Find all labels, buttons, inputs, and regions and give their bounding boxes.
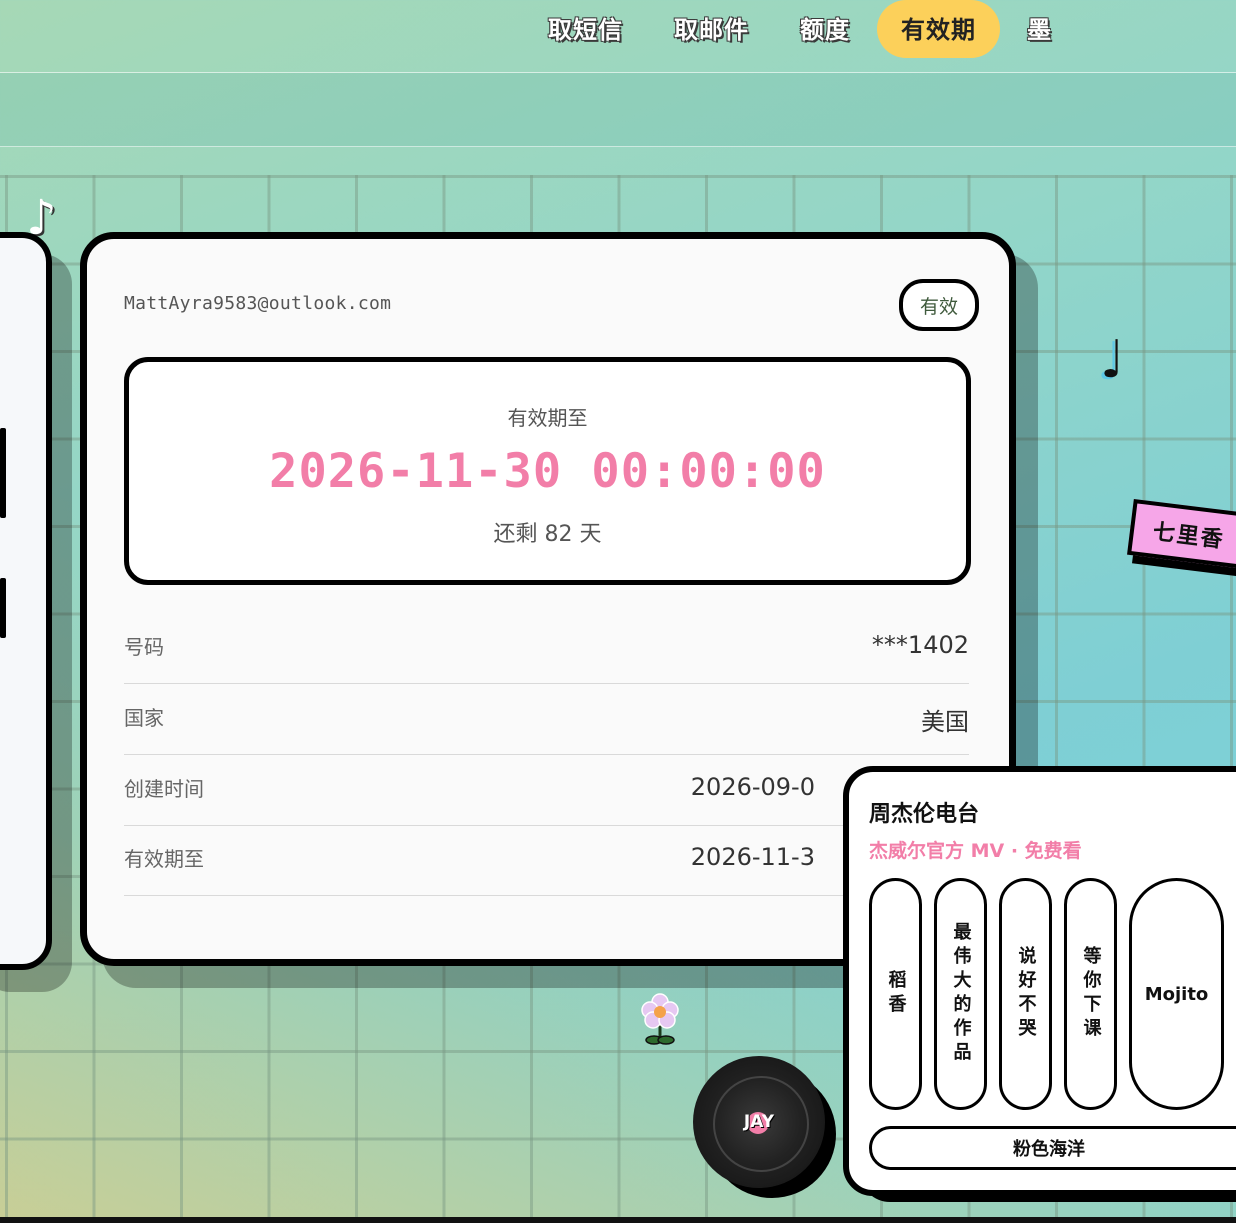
status-badge: 有效 [899, 279, 979, 331]
vinyl-label: JAY [743, 1112, 775, 1132]
row-value: 美国 [921, 708, 969, 736]
flower-icon [641, 993, 679, 1045]
song-label: 最伟大的作品 [950, 922, 972, 1066]
song-button-mojito[interactable]: Mojito [1129, 878, 1224, 1110]
card-edge-bar [0, 428, 6, 518]
nav-item-more[interactable]: 墨 [1027, 0, 1052, 58]
song-label: 等你下课 [1080, 946, 1102, 1042]
music-note-icon: ♩ [1100, 330, 1125, 390]
expiry-panel: 有效期至 2026-11-30 00:00:00 还剩 82 天 [124, 357, 971, 585]
nav-item-mail[interactable]: 取邮件 [674, 0, 749, 58]
song-label: Mojito [1144, 983, 1209, 1005]
row-value: ***1402 [871, 631, 969, 659]
nav-item-quota[interactable]: 额度 [800, 0, 850, 58]
bottom-edge [0, 1217, 1236, 1223]
row-value: 2026-09-0 [690, 773, 815, 801]
song-button-wont-cry[interactable]: 说好不哭 [999, 878, 1052, 1110]
row-label: 号码 [124, 635, 164, 659]
jay-radio-panel: 周杰伦电台 杰威尔官方 MV · 免费看 稻香 最伟大的作品 说好不哭 等你下课… [843, 766, 1236, 1196]
nav-item-sms[interactable]: 取短信 [548, 0, 623, 58]
sub-toolbar [0, 73, 1236, 147]
row-value: 2026-11-3 [690, 843, 815, 871]
song-button-pink-ocean[interactable]: 粉色海洋 [869, 1126, 1236, 1170]
top-navigation: 取短信 取邮件 额度 有效期 墨 [0, 0, 1236, 73]
row-label: 国家 [124, 706, 164, 730]
song-label: 说好不哭 [1015, 946, 1037, 1042]
song-button-after-class[interactable]: 等你下课 [1064, 878, 1117, 1110]
radio-title: 周杰伦电台 [869, 802, 980, 827]
days-remaining: 还剩 82 天 [493, 522, 602, 547]
vinyl-record-button[interactable]: JAY [693, 1056, 825, 1188]
radio-subtitle: 杰威尔官方 MV · 免费看 [869, 840, 1082, 862]
row-label: 有效期至 [124, 847, 204, 871]
info-row-country: 国家 美国 [124, 684, 969, 755]
song-label: 粉色海洋 [1013, 1139, 1085, 1160]
expiry-datetime: 2026-11-30 00:00:00 [269, 444, 826, 499]
row-label: 创建时间 [124, 777, 204, 801]
card-edge-bar [0, 578, 6, 638]
song-button-greatest-work[interactable]: 最伟大的作品 [934, 878, 987, 1110]
previous-card[interactable] [0, 232, 52, 970]
expiry-label: 有效期至 [507, 406, 588, 430]
song-button-daoxiang[interactable]: 稻香 [869, 878, 922, 1110]
song-label: 稻香 [885, 970, 907, 1018]
nav-item-validity[interactable]: 有效期 [877, 0, 1000, 58]
account-email: MattAyra9583@outlook.com [124, 293, 392, 314]
info-row-number: 号码 ***1402 [124, 613, 969, 684]
